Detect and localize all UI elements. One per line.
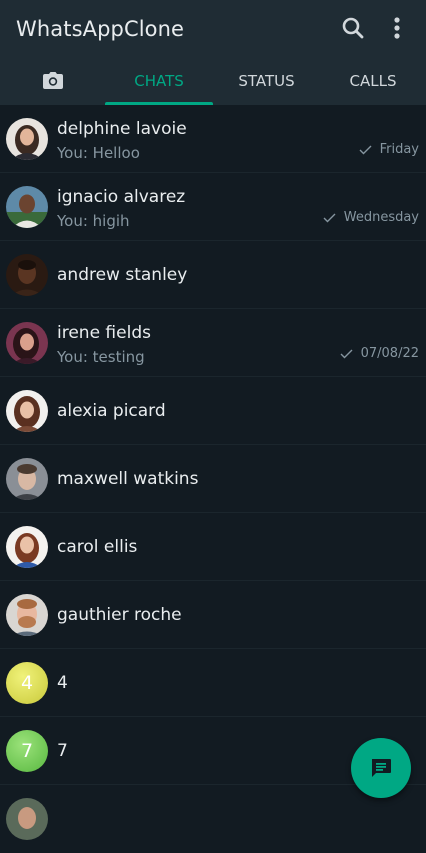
- tab-camera[interactable]: [0, 57, 105, 105]
- chat-name: andrew stanley: [57, 265, 188, 285]
- chat-name: 4: [57, 673, 68, 693]
- tab-calls[interactable]: CALLS: [320, 57, 426, 105]
- chat-row[interactable]: alexia picard: [0, 377, 426, 445]
- app-title: WhatsAppClone: [16, 17, 185, 41]
- avatar: [6, 798, 48, 840]
- avatar: [6, 186, 48, 228]
- chat-row[interactable]: delphine lavoie You: Helloo Friday: [0, 105, 426, 173]
- chat-row[interactable]: maxwell watkins: [0, 445, 426, 513]
- sent-check-icon: [323, 213, 336, 222]
- chat-preview: You: testing: [57, 348, 145, 366]
- chat-icon: [372, 759, 391, 777]
- camera-icon: [42, 72, 63, 89]
- search-icon: [342, 17, 364, 39]
- chat-name: gauthier roche: [57, 605, 182, 625]
- avatar: [6, 118, 48, 160]
- chat-row[interactable]: andrew stanley: [0, 241, 426, 309]
- top-app-bar: WhatsAppClone CHATS STATUS CALLS: [0, 0, 426, 105]
- chat-time: Wednesday: [343, 210, 419, 225]
- more-vertical-icon: [394, 17, 400, 39]
- chat-row[interactable]: gauthier roche: [0, 581, 426, 649]
- menu-button[interactable]: [384, 14, 412, 42]
- chat-row[interactable]: 4 4: [0, 649, 426, 717]
- avatar: 4: [6, 662, 48, 704]
- chat-row[interactable]: carol ellis: [0, 513, 426, 581]
- chat-name: alexia picard: [57, 401, 166, 421]
- search-button[interactable]: [339, 14, 367, 42]
- avatar: [6, 526, 48, 568]
- sent-check-icon: [359, 145, 372, 154]
- chat-time: 07/08/22: [360, 346, 419, 361]
- chat-row[interactable]: irene fields You: testing 07/08/22: [0, 309, 426, 377]
- chat-preview: You: Helloo: [57, 144, 140, 162]
- avatar: [6, 458, 48, 500]
- chat-name: ignacio alvarez: [57, 187, 186, 207]
- tab-chats[interactable]: CHATS: [105, 57, 213, 105]
- avatar: 7: [6, 730, 48, 772]
- chat-name: 7: [57, 741, 68, 761]
- chat-list: delphine lavoie You: Helloo Friday ignac…: [0, 105, 426, 853]
- chat-meta: 07/08/22: [340, 346, 419, 361]
- chat-name: maxwell watkins: [57, 469, 199, 489]
- avatar: [6, 254, 48, 296]
- new-chat-button[interactable]: [351, 738, 411, 798]
- chat-name: delphine lavoie: [57, 119, 187, 139]
- chat-meta: Wednesday: [323, 210, 419, 225]
- sent-check-icon: [340, 349, 353, 358]
- avatar: [6, 322, 48, 364]
- chat-preview: You: higih: [57, 212, 130, 230]
- avatar: [6, 594, 48, 636]
- chat-row[interactable]: ignacio alvarez You: higih Wednesday: [0, 173, 426, 241]
- chat-name: carol ellis: [57, 537, 138, 557]
- tab-status[interactable]: STATUS: [213, 57, 320, 105]
- avatar: [6, 390, 48, 432]
- chat-time: Friday: [379, 142, 419, 157]
- tab-bar: CHATS STATUS CALLS: [0, 57, 426, 105]
- chat-row[interactable]: [0, 785, 426, 853]
- chat-name: irene fields: [57, 323, 151, 343]
- chat-meta: Friday: [359, 142, 419, 157]
